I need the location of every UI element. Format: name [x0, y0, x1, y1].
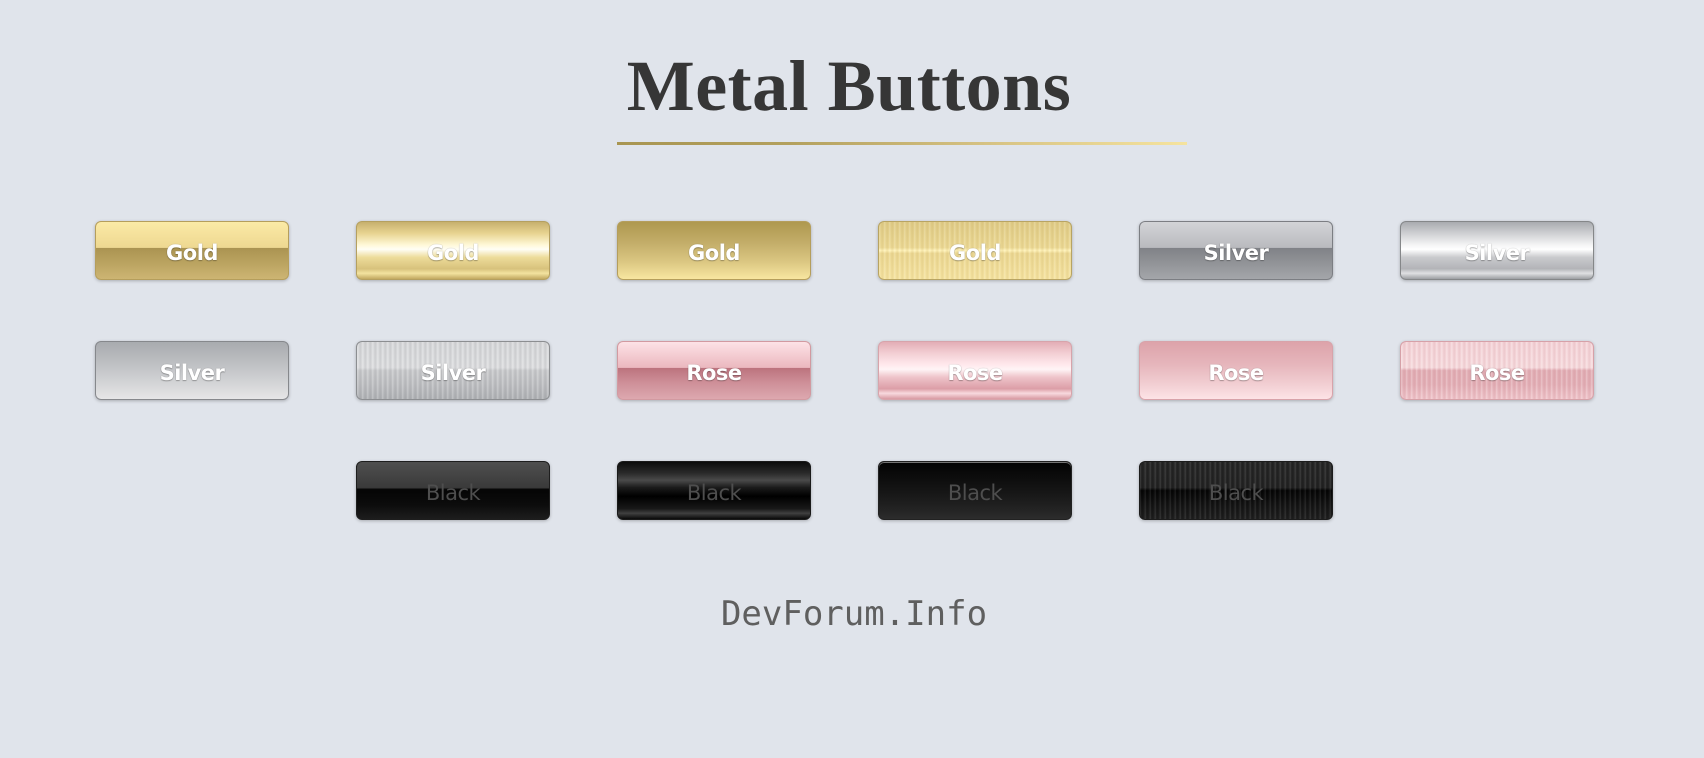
button-label: Gold [427, 240, 479, 265]
gold-gradient-button[interactable]: Gold [617, 221, 811, 280]
silver-gradient-button[interactable]: Silver [95, 341, 289, 400]
rose-classic-button[interactable]: Rose [617, 341, 811, 400]
button-label: Rose [1469, 360, 1525, 385]
button-label: Gold [949, 240, 1001, 265]
black-brushed-button[interactable]: Black [1139, 461, 1333, 520]
rose-polished-button[interactable]: Rose [878, 341, 1072, 400]
black-classic-button[interactable]: Black [356, 461, 550, 520]
silver-classic-button[interactable]: Silver [1139, 221, 1333, 280]
button-label: Black [425, 480, 481, 505]
title-underline [617, 142, 1187, 145]
button-label: Gold [166, 240, 218, 265]
footer-brand: DevForum.Info [720, 594, 988, 634]
button-label: Silver [420, 360, 486, 385]
button-label: Black [1208, 480, 1264, 505]
gold-classic-button[interactable]: Gold [95, 221, 289, 280]
gold-polished-button[interactable]: Gold [356, 221, 550, 280]
button-label: Silver [159, 360, 225, 385]
gold-brushed-button[interactable]: Gold [878, 221, 1072, 280]
rose-gradient-button[interactable]: Rose [1139, 341, 1333, 400]
page-title: Metal Buttons [626, 46, 1072, 126]
button-label: Rose [686, 360, 742, 385]
button-label: Black [686, 480, 742, 505]
button-label: Gold [688, 240, 740, 265]
button-label: Black [947, 480, 1003, 505]
button-label: Rose [1208, 360, 1264, 385]
rose-brushed-button[interactable]: Rose [1400, 341, 1594, 400]
button-label: Silver [1203, 240, 1269, 265]
black-polished-button[interactable]: Black [617, 461, 811, 520]
silver-polished-button[interactable]: Silver [1400, 221, 1594, 280]
button-label: Rose [947, 360, 1003, 385]
button-label: Silver [1464, 240, 1530, 265]
silver-brushed-button[interactable]: Silver [356, 341, 550, 400]
black-gradient-button[interactable]: Black [878, 461, 1072, 520]
